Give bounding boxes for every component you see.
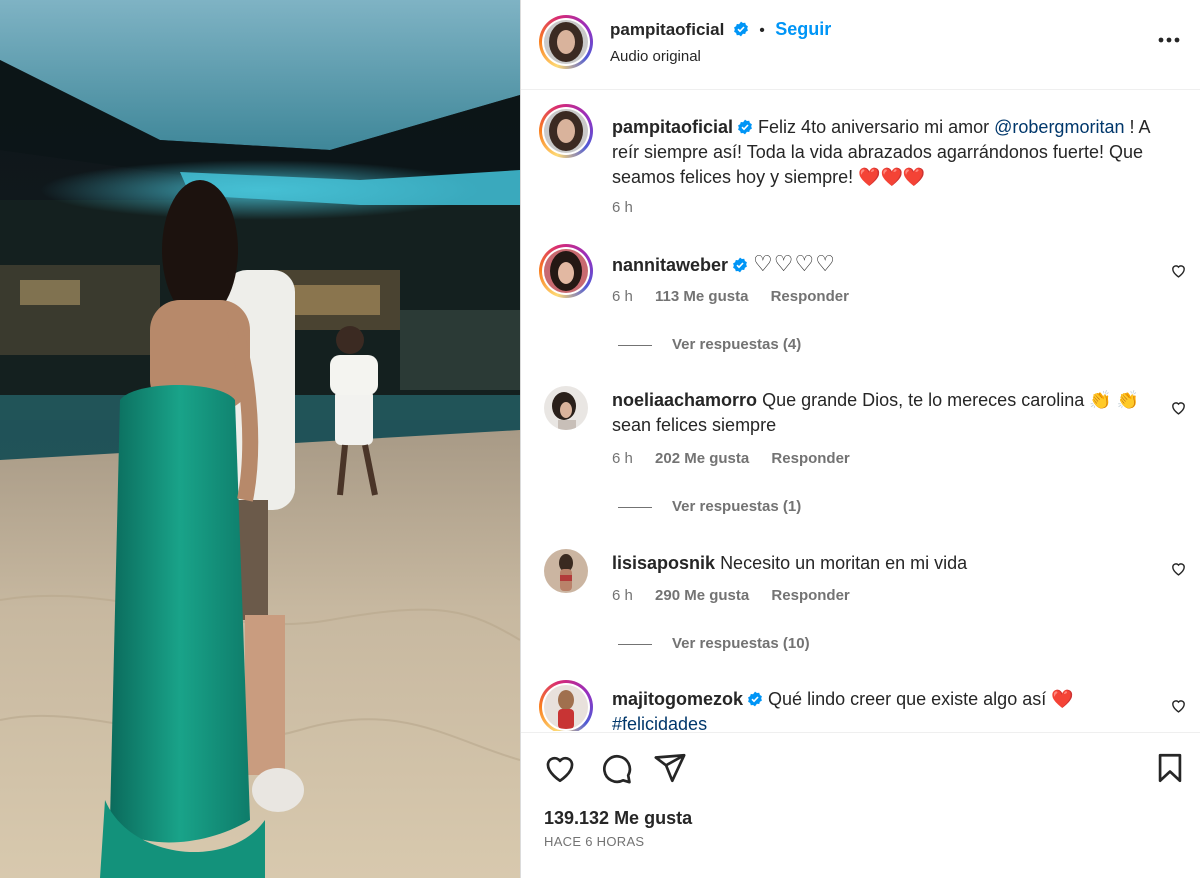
audio-label[interactable]: Audio original <box>610 48 701 65</box>
comment-like-count[interactable]: 202 Me gusta <box>655 450 749 467</box>
comment-avatar-image <box>544 249 588 293</box>
comment-avatar[interactable] <box>544 386 588 430</box>
view-replies-label: Ver respuestas (1) <box>672 498 802 515</box>
comment-username[interactable]: majitogomezok <box>612 689 743 709</box>
post-header: pampitaoficial • Seguir Audio original <box>521 0 1200 90</box>
verified-badge-icon <box>733 257 747 273</box>
view-replies-label: Ver respuestas (4) <box>672 336 802 353</box>
separator-dot: • <box>759 22 765 39</box>
comment-time[interactable]: 6 h <box>612 288 633 305</box>
comment-bubble-icon[interactable] <box>599 751 633 785</box>
more-options-icon[interactable] <box>1155 30 1183 50</box>
caption-text: pampitaoficial Feliz 4to aniversario mi … <box>612 115 1172 190</box>
comment-like-count[interactable]: 290 Me gusta <box>655 587 749 604</box>
hashtag-link[interactable]: #felicidades <box>612 714 707 731</box>
comment-meta: 6 h 113 Me gusta Responder <box>612 288 867 305</box>
comments-list[interactable]: pampitaoficial Feliz 4to aniversario mi … <box>521 91 1200 731</box>
caption-meta: 6 h <box>612 199 651 216</box>
caption-author-avatar[interactable] <box>539 104 593 158</box>
comment-time[interactable]: 6 h <box>612 587 633 604</box>
view-replies-button[interactable]: Ver respuestas (1) <box>618 498 801 515</box>
comment-avatar[interactable] <box>544 549 588 593</box>
comment-time[interactable]: 6 h <box>612 450 633 467</box>
follow-button[interactable]: Seguir <box>775 19 831 39</box>
replies-divider-line <box>618 344 652 346</box>
post-side-panel: pampitaoficial • Seguir Audio original p… <box>520 0 1200 878</box>
post-media-video[interactable] <box>0 0 520 878</box>
comment-body: Necesito un moritan en mi vida <box>720 553 968 573</box>
view-replies-label: Ver respuestas (10) <box>672 635 810 652</box>
verified-badge-icon <box>738 119 752 135</box>
caption-time[interactable]: 6 h <box>612 199 633 216</box>
comment-username[interactable]: nannitaweber <box>612 255 728 275</box>
caption-username[interactable]: pampitaoficial <box>612 117 733 137</box>
reply-button[interactable]: Responder <box>771 450 849 467</box>
bookmark-icon[interactable] <box>1153 751 1187 785</box>
comment-avatar[interactable] <box>539 680 593 731</box>
comment-body: ♡♡♡♡ <box>753 251 836 276</box>
comment-avatar[interactable] <box>539 244 593 298</box>
author-avatar-image <box>544 20 588 64</box>
view-replies-button[interactable]: Ver respuestas (10) <box>618 635 810 652</box>
comment-like-heart-icon[interactable] <box>1170 697 1187 714</box>
comment-text: noeliaachamorro Que grande Dios, te lo m… <box>612 388 1172 438</box>
post-timestamp[interactable]: HACE 6 HORAS <box>544 834 644 849</box>
comment-body: Qué lindo creer que existe algo así ❤️ <box>768 689 1074 709</box>
verified-badge-icon <box>748 691 762 707</box>
comment-avatar-image <box>544 685 588 729</box>
caption-body-start: Feliz 4to aniversario mi amor <box>758 117 990 137</box>
caption-emoji: ❤️❤️❤️ <box>858 167 926 187</box>
reply-button[interactable]: Responder <box>771 587 849 604</box>
replies-divider-line <box>618 506 652 508</box>
comment-avatar-image <box>544 549 588 593</box>
comment-avatar-image <box>544 386 588 430</box>
heart-icon[interactable] <box>543 751 577 785</box>
paper-plane-icon[interactable] <box>653 751 687 785</box>
post-like-count[interactable]: 139.132 Me gusta <box>544 808 692 829</box>
caption-mention-link[interactable]: @robergmoritan <box>994 117 1124 137</box>
comment-text: nannitaweber ♡♡♡♡ <box>612 251 1172 278</box>
post-action-bar: 139.132 Me gusta HACE 6 HORAS <box>521 732 1200 878</box>
verified-badge-icon <box>733 21 748 37</box>
view-replies-button[interactable]: Ver respuestas (4) <box>618 336 801 353</box>
author-avatar[interactable] <box>539 15 593 69</box>
comment-like-heart-icon[interactable] <box>1170 262 1187 279</box>
comment-like-count[interactable]: 113 Me gusta <box>655 288 748 305</box>
comment-like-heart-icon[interactable] <box>1170 560 1187 577</box>
reply-button[interactable]: Responder <box>771 288 849 305</box>
comment-username[interactable]: noeliaachamorro <box>612 390 757 410</box>
comment-text: majitogomezok Qué lindo creer que existe… <box>612 687 1172 731</box>
comment-text: lisisaposnik Necesito un moritan en mi v… <box>612 551 1172 576</box>
comment-username[interactable]: lisisaposnik <box>612 553 715 573</box>
author-username[interactable]: pampitaoficial <box>610 20 724 39</box>
comment-meta: 6 h 202 Me gusta Responder <box>612 450 868 467</box>
video-frame-image <box>0 0 520 878</box>
replies-divider-line <box>618 643 652 645</box>
comment-like-heart-icon[interactable] <box>1170 399 1187 416</box>
comment-meta: 6 h 290 Me gusta Responder <box>612 587 868 604</box>
caption-avatar-image <box>544 109 588 153</box>
